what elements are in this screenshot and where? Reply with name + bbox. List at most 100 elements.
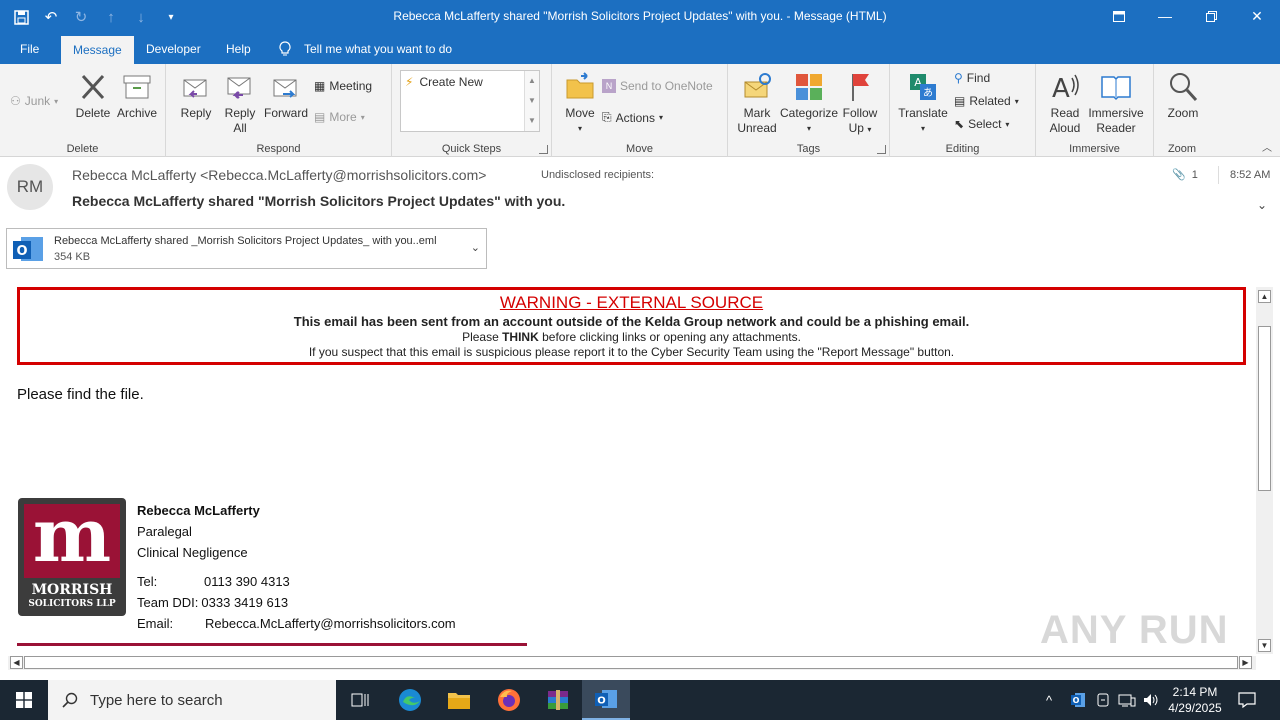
redo-icon[interactable]: ↻ xyxy=(68,6,94,28)
reply-all-label-1: Reply xyxy=(224,106,256,120)
find-button[interactable]: ⚲ Find xyxy=(954,71,990,85)
volume-icon[interactable] xyxy=(1142,680,1160,720)
more-button[interactable]: ▤ More ▾ xyxy=(314,110,365,124)
meeting-label: Meeting xyxy=(329,79,373,93)
customize-qat-icon[interactable]: ▾ xyxy=(158,6,184,28)
task-view-icon[interactable] xyxy=(336,680,384,720)
ribbon-display-options-icon[interactable] xyxy=(1096,0,1142,32)
attachment-card[interactable]: O Rebecca McLafferty shared _Morrish Sol… xyxy=(6,228,487,269)
horizontal-scrollbar[interactable]: ◀ ▶ xyxy=(8,656,1256,670)
forward-button[interactable]: Forward xyxy=(263,70,309,121)
search-icon xyxy=(62,692,78,708)
expand-header-icon[interactable]: ⌄ xyxy=(1257,198,1267,212)
horizontal-scroll-thumb[interactable] xyxy=(24,656,1238,669)
clock-time: 2:14 PM xyxy=(1172,685,1218,699)
next-item-icon[interactable]: ↓ xyxy=(128,6,154,28)
follow-up-button[interactable]: Follow Up ▾ xyxy=(840,70,880,137)
chevron-down-icon[interactable]: ⌄ xyxy=(471,241,480,254)
zoom-button[interactable]: Zoom xyxy=(1162,70,1204,121)
vertical-scroll-thumb[interactable] xyxy=(1258,326,1271,491)
tab-help[interactable]: Help xyxy=(226,34,251,64)
close-icon[interactable]: ✕ xyxy=(1234,0,1280,32)
svg-text:A: A xyxy=(1052,74,1070,104)
signature-dept: Clinical Negligence xyxy=(137,545,248,560)
chevron-up-icon[interactable]: ▲ xyxy=(525,71,539,91)
scroll-down-icon[interactable]: ▼ xyxy=(1258,639,1271,652)
taskbar-search[interactable]: Type here to search xyxy=(48,680,336,720)
scroll-left-icon[interactable]: ◀ xyxy=(10,656,23,669)
svg-text:あ: あ xyxy=(923,87,933,99)
onenote-icon: N xyxy=(602,79,616,93)
respond-group-label: Respond xyxy=(256,143,301,155)
tab-file[interactable]: File xyxy=(20,34,39,64)
sender[interactable]: Rebecca McLafferty <Rebecca.McLafferty@m… xyxy=(72,167,486,183)
quick-steps-scroll[interactable]: ▲ ▼ ▼ xyxy=(524,71,539,131)
show-hidden-icons[interactable]: ^ xyxy=(1046,680,1052,720)
immersive-reader-label-1: Immersive xyxy=(1088,106,1144,120)
tab-message[interactable]: Message xyxy=(61,34,134,64)
collapse-ribbon-icon[interactable]: ︿ xyxy=(1262,139,1272,154)
expand-gallery-icon[interactable]: ▼ xyxy=(525,111,539,131)
minimize-icon[interactable]: — xyxy=(1142,0,1188,32)
winrar-icon[interactable] xyxy=(534,680,582,720)
device-icon[interactable] xyxy=(1096,680,1110,720)
signature-tel-row: Tel: 0113 390 4313 xyxy=(137,574,290,589)
archive-button[interactable]: Archive xyxy=(115,70,159,121)
network-icon[interactable] xyxy=(1118,680,1136,720)
actions-icon: ⎘ xyxy=(602,110,612,124)
svg-text:O: O xyxy=(16,244,27,259)
send-to-onenote-button[interactable]: N Send to OneNote xyxy=(602,79,713,93)
quick-steps-launcher-icon[interactable] xyxy=(539,145,548,154)
move-button[interactable]: Move ▾ xyxy=(560,70,600,136)
categorize-button[interactable]: Categorize ▾ xyxy=(780,70,838,136)
window-title: Rebecca McLafferty shared "Morrish Solic… xyxy=(393,9,887,23)
previous-item-icon[interactable]: ↑ xyxy=(98,6,124,28)
logo-text-1: MORRISH xyxy=(31,582,113,598)
delete-button[interactable]: Delete xyxy=(74,70,112,121)
scroll-up-icon[interactable]: ▲ xyxy=(1258,290,1271,303)
move-label: Move xyxy=(565,106,595,120)
read-aloud-button[interactable]: A Read Aloud xyxy=(1044,70,1086,136)
outlook-tray-icon[interactable]: O xyxy=(1070,680,1086,720)
window-controls: — ✕ xyxy=(1096,0,1280,32)
vertical-scrollbar[interactable]: ▲ ▼ xyxy=(1256,287,1273,654)
lightning-icon: ⚡ xyxy=(405,75,414,89)
external-warning-banner: WARNING - EXTERNAL SOURCE This email has… xyxy=(17,287,1246,365)
signature-email-link[interactable]: Rebecca.McLafferty@morrishsolicitors.com xyxy=(205,613,456,634)
tags-launcher-icon[interactable] xyxy=(877,145,886,154)
create-new-quick-step[interactable]: ⚡ Create New xyxy=(405,75,483,89)
create-new-label: Create New xyxy=(419,75,483,89)
warning-title: WARNING - EXTERNAL SOURCE xyxy=(499,293,764,312)
immersive-reader-button[interactable]: Immersive Reader xyxy=(1086,70,1146,136)
notification-icon[interactable] xyxy=(1238,680,1256,720)
outlook-taskbar-icon[interactable]: O xyxy=(582,680,630,720)
tab-developer[interactable]: Developer xyxy=(146,34,201,64)
meeting-icon: ▦ xyxy=(314,79,326,93)
windows-start-icon[interactable] xyxy=(0,680,48,720)
taskbar-clock[interactable]: 2:14 PM 4/29/2025 xyxy=(1163,684,1227,716)
tell-me-search[interactable]: Tell me what you want to do xyxy=(278,34,452,64)
firefox-icon[interactable] xyxy=(485,680,533,720)
junk-button[interactable]: ⚇ Junk ▾ xyxy=(10,94,58,108)
follow-up-label-1: Follow xyxy=(842,106,878,120)
paperclip-icon: 📎 xyxy=(1172,169,1186,181)
maximize-icon[interactable] xyxy=(1188,0,1234,32)
meeting-button[interactable]: ▦ Meeting xyxy=(314,79,372,93)
edge-icon[interactable] xyxy=(386,680,434,720)
mark-unread-button[interactable]: Mark Unread xyxy=(736,70,778,136)
undo-icon[interactable]: ↶ xyxy=(38,6,64,28)
reply-button[interactable]: Reply xyxy=(176,70,216,121)
select-button[interactable]: ⬉ Select ▾ xyxy=(954,117,1009,131)
message-body: WARNING - EXTERNAL SOURCE This email has… xyxy=(0,284,1256,654)
scroll-right-icon[interactable]: ▶ xyxy=(1239,656,1252,669)
actions-button[interactable]: ⎘ Actions ▾ xyxy=(602,110,663,125)
avatar: RM xyxy=(7,164,53,210)
chevron-down-icon[interactable]: ▼ xyxy=(525,91,539,111)
save-icon[interactable] xyxy=(8,6,34,28)
related-button[interactable]: ▤ Related ▾ xyxy=(954,94,1019,108)
morrish-logo: m MORRISH SOLICITORS LLP xyxy=(18,498,126,616)
file-explorer-icon[interactable] xyxy=(435,680,483,720)
reply-all-button[interactable]: Reply All xyxy=(220,70,260,136)
quick-steps-gallery[interactable]: ⚡ Create New ▲ ▼ ▼ xyxy=(400,70,540,132)
translate-button[interactable]: Aあ Translate ▾ xyxy=(898,70,948,136)
